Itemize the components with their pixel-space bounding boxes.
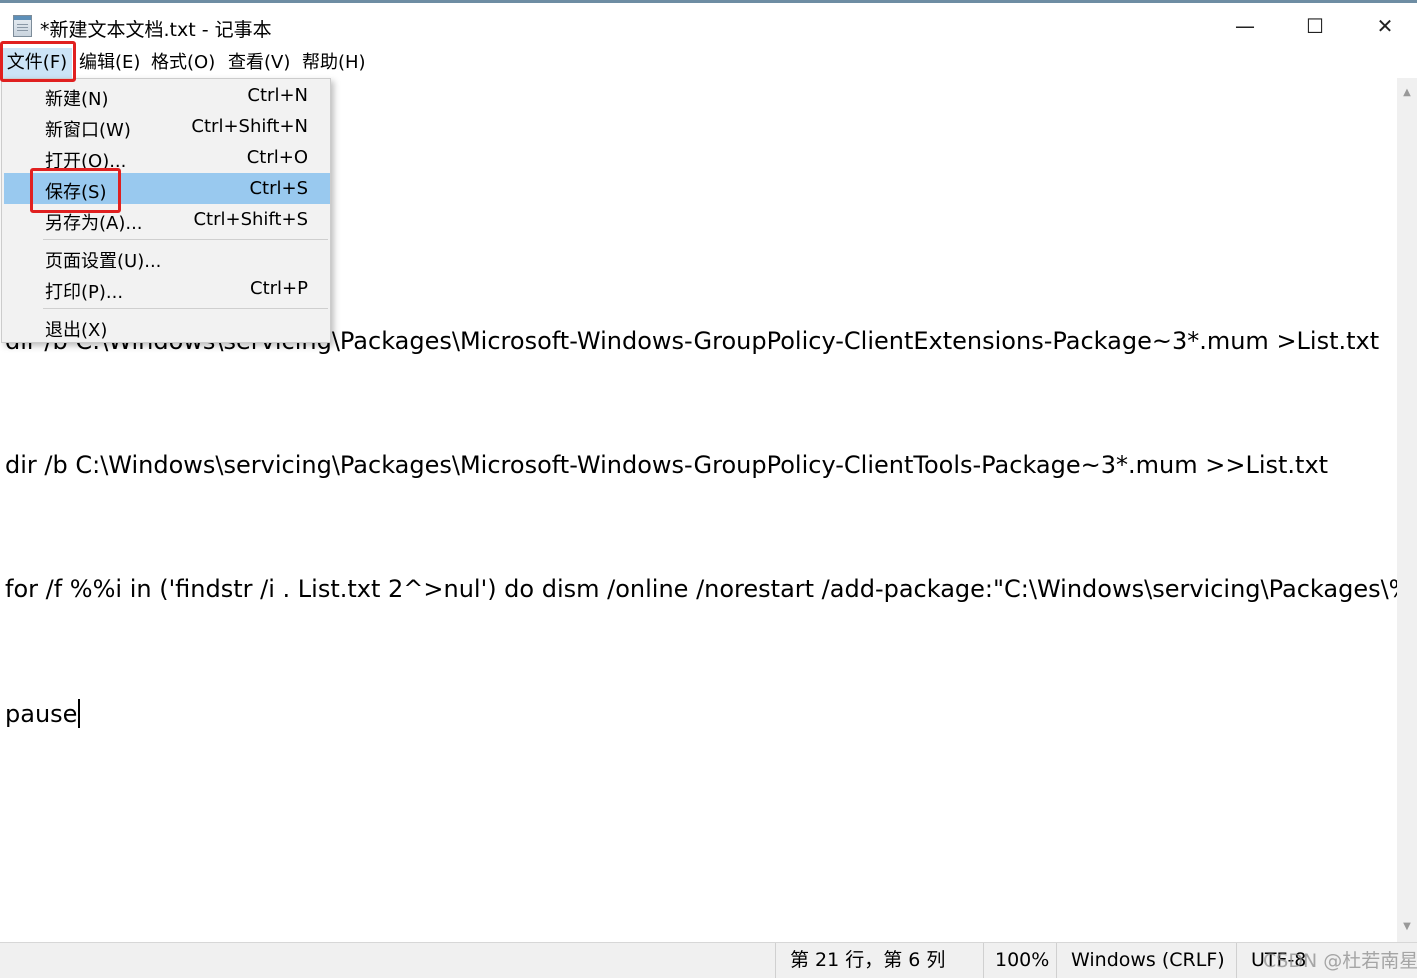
menu-view[interactable]: 查看(V) [228, 48, 290, 78]
status-bar: 第 21 行，第 6 列 100% Windows (CRLF) UTF-8 [0, 942, 1417, 978]
editor-line: dir /b C:\Windows\servicing\Packages\Mic… [5, 451, 1329, 479]
scroll-up-arrow-icon[interactable]: ▲ [1397, 83, 1417, 103]
editor-line: for /f %%i in ('findstr /i . List.txt 2^… [5, 575, 1397, 603]
menu-item-save[interactable]: 保存(S) Ctrl+S [4, 173, 330, 204]
window-title: *新建文本文档.txt - 记事本 [40, 19, 272, 41]
close-button[interactable]: ✕ [1350, 3, 1417, 48]
menu-item-label: 打印(P)... [45, 282, 124, 303]
file-menu-dropdown: 新建(N) Ctrl+N 新窗口(W) Ctrl+Shift+N 打开(O)..… [1, 78, 331, 343]
menu-item-shortcut: Ctrl+Shift+N [191, 116, 308, 137]
text-caret [78, 699, 80, 728]
menu-item-label: 页面设置(U)... [45, 251, 162, 272]
menu-item-label: 新窗口(W) [45, 120, 131, 141]
menu-item-label: 另存为(A)... [45, 213, 143, 234]
minimize-button[interactable]: — [1210, 3, 1280, 48]
menu-bar: 文件(F) 编辑(E) 格式(O) 查看(V) 帮助(H) [0, 48, 1417, 78]
menu-item-new-window[interactable]: 新窗口(W) Ctrl+Shift+N [4, 111, 330, 142]
menu-item-page-setup[interactable]: 页面设置(U)... [4, 242, 330, 273]
menu-item-print[interactable]: 打印(P)... Ctrl+P [4, 273, 330, 304]
status-line-ending: Windows (CRLF) [1056, 943, 1236, 978]
editor-line-text: pause [5, 700, 78, 728]
menu-file[interactable]: 文件(F) [2, 48, 72, 78]
menu-item-label: 新建(N) [45, 89, 109, 110]
menu-item-shortcut: Ctrl+P [250, 278, 308, 299]
menu-item-label: 保存(S) [45, 182, 107, 203]
menu-item-exit[interactable]: 退出(X) [4, 311, 330, 342]
maximize-button[interactable]: ☐ [1280, 3, 1350, 48]
menu-item-open[interactable]: 打开(O)... Ctrl+O [4, 142, 330, 173]
menu-item-label: 打开(O)... [45, 151, 127, 172]
menu-item-save-as[interactable]: 另存为(A)... Ctrl+Shift+S [4, 204, 330, 235]
menu-item-shortcut: Ctrl+O [246, 147, 308, 168]
status-zoom: 100% [983, 943, 1056, 978]
menu-item-shortcut: Ctrl+N [247, 85, 308, 106]
notepad-icon [13, 15, 32, 37]
menu-format[interactable]: 格式(O) [151, 48, 215, 78]
menu-help[interactable]: 帮助(H) [302, 48, 366, 78]
watermark-text: CSDN @杜若南星 [1263, 950, 1417, 972]
menu-separator [43, 308, 328, 309]
menu-item-shortcut: Ctrl+S [249, 178, 308, 199]
menu-item-label: 退出(X) [45, 320, 108, 341]
status-cursor-position: 第 21 行，第 6 列 [775, 943, 983, 978]
vertical-scrollbar[interactable]: ▲ ▼ [1397, 78, 1417, 942]
editor-line-last: pause [5, 699, 80, 728]
menu-item-shortcut: Ctrl+Shift+S [193, 209, 308, 230]
menu-separator [43, 239, 328, 240]
menu-item-new[interactable]: 新建(N) Ctrl+N [4, 80, 330, 111]
scroll-down-arrow-icon[interactable]: ▼ [1397, 917, 1417, 937]
menu-edit[interactable]: 编辑(E) [79, 48, 140, 78]
title-bar: *新建文本文档.txt - 记事本 [0, 3, 1417, 48]
